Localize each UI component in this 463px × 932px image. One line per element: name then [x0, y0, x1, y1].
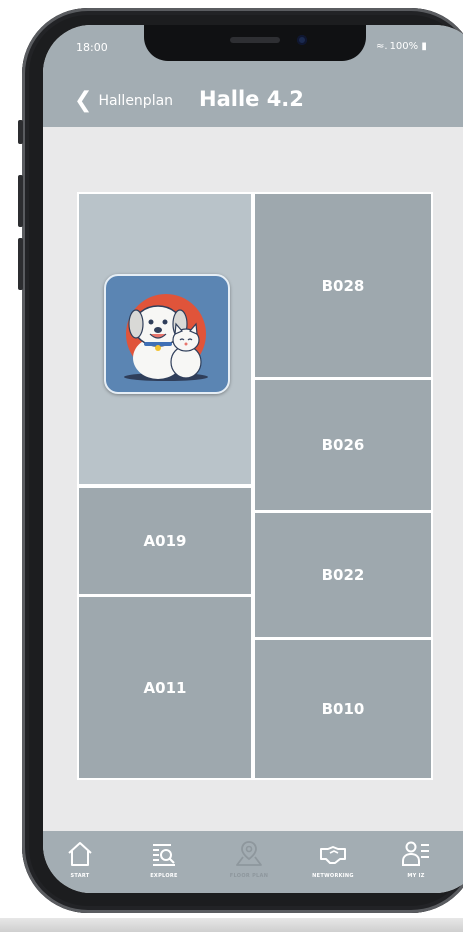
screen: 18:00 ≈. 100% ▮ ❮ Hallenplan Halle 4.2 A… [43, 25, 463, 893]
tab-floor-plan[interactable]: FLOOR PLAN [214, 839, 284, 879]
tab-label: START [70, 873, 90, 879]
page-title: Halle 4.2 [199, 87, 304, 111]
booth-label: B022 [321, 566, 365, 584]
booth-sponsor[interactable] [79, 194, 251, 484]
tab-start[interactable]: START [45, 839, 115, 879]
tab-label: NETWORKING [312, 873, 354, 879]
explore-search-icon [153, 844, 175, 866]
booth-b026[interactable]: B026 [255, 380, 431, 510]
tab-networking[interactable]: NETWORKING [298, 839, 368, 879]
map-pin-icon [236, 841, 262, 866]
dog-cat-logo-icon [124, 294, 208, 381]
booth-label: B028 [321, 276, 365, 295]
volume-down-button [18, 238, 23, 290]
battery-icon: ▮ [418, 41, 427, 52]
handshake-icon [320, 846, 346, 864]
tab-my-iz[interactable]: MY IZ [381, 839, 451, 879]
battery-level: 100% [389, 41, 419, 52]
booth-label: B010 [321, 700, 365, 718]
tab-label: EXPLORE [150, 873, 178, 879]
phone-notch [144, 25, 366, 61]
status-time: 18:00 [76, 41, 108, 54]
tab-label: FLOOR PLAN [229, 873, 269, 879]
mute-switch [18, 120, 23, 144]
booth-label: B026 [321, 436, 365, 454]
booth-a011[interactable]: A011 [79, 597, 251, 778]
volume-up-button [18, 175, 23, 227]
tab-explore[interactable]: EXPLORE [129, 839, 199, 879]
booth-b028[interactable]: B028 [255, 194, 431, 377]
booth-label: A011 [143, 678, 187, 697]
chevron-left-icon: ❮ [74, 88, 93, 113]
back-label: Hallenplan [98, 93, 174, 109]
booth-b022[interactable]: B022 [255, 513, 431, 637]
page-bottom-edge [0, 918, 463, 932]
booth-b010[interactable]: B010 [255, 640, 431, 778]
home-icon [68, 842, 92, 866]
front-camera-icon [297, 35, 307, 45]
booth-a019[interactable]: A019 [79, 488, 251, 594]
status-indicators: ≈. 100% ▮ [376, 41, 427, 52]
booth-label: A019 [143, 532, 187, 550]
back-button[interactable]: ❮ Hallenplan [74, 90, 173, 112]
sponsor-logo [104, 274, 230, 394]
floor-plan: A019 A011 B028 B026 B022 B010 [77, 192, 433, 780]
tab-label: MY IZ [407, 873, 425, 879]
wifi-signal-icon: ≈. [376, 41, 390, 52]
profile-list-icon [402, 841, 429, 866]
bottom-tab-bar: START EXPLORE FLOOR PLAN NETWORKING MY I… [43, 831, 463, 893]
speaker-grille [230, 37, 280, 43]
